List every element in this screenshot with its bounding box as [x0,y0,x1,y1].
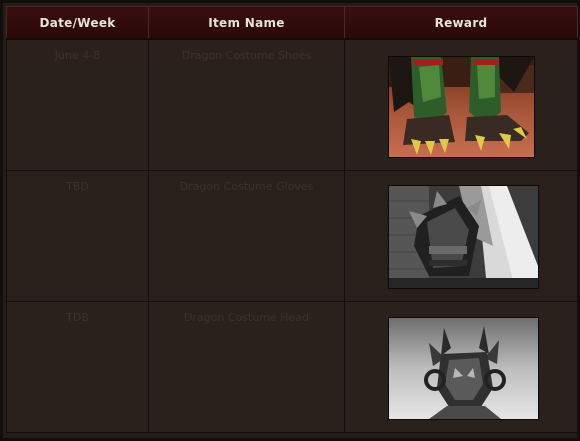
table-row: TBD Dragon Costume Gloves [6,170,578,302]
date-cell: TDB [6,301,149,433]
date-text: TBD [66,180,89,193]
item-name-text: Dragon Costume Gloves [179,180,314,193]
dragon-costume-shoes-image [388,56,535,158]
date-cell: June 4-8 [6,38,149,171]
date-text: June 4-8 [54,49,101,62]
table-row: TDB Dragon Costume Head [6,301,578,433]
reward-cell [344,170,578,302]
date-text: TDB [66,311,89,324]
item-name-text: Dragon Costume Head [183,311,310,324]
header-reward: Reward [344,6,578,40]
item-name-text: Dragon Costume Shoes [181,49,312,62]
date-cell: TBD [6,170,149,302]
header-item-name: Item Name [148,6,345,40]
reward-cell [344,301,578,433]
table-row: June 4-8 Dragon Costume Shoes [6,38,578,171]
dragon-costume-gloves-image [388,185,539,289]
table-header-row: Date/Week Item Name Reward [6,6,578,40]
item-cell: Dragon Costume Head [148,301,345,433]
reward-table-panel: Date/Week Item Name Reward June 4-8 Drag… [0,0,580,441]
item-cell: Dragon Costume Shoes [148,38,345,171]
reward-table: Date/Week Item Name Reward June 4-8 Drag… [6,6,578,433]
dragon-costume-head-image [388,317,539,420]
reward-cell [344,38,578,171]
item-cell: Dragon Costume Gloves [148,170,345,302]
header-date-week: Date/Week [6,6,149,40]
